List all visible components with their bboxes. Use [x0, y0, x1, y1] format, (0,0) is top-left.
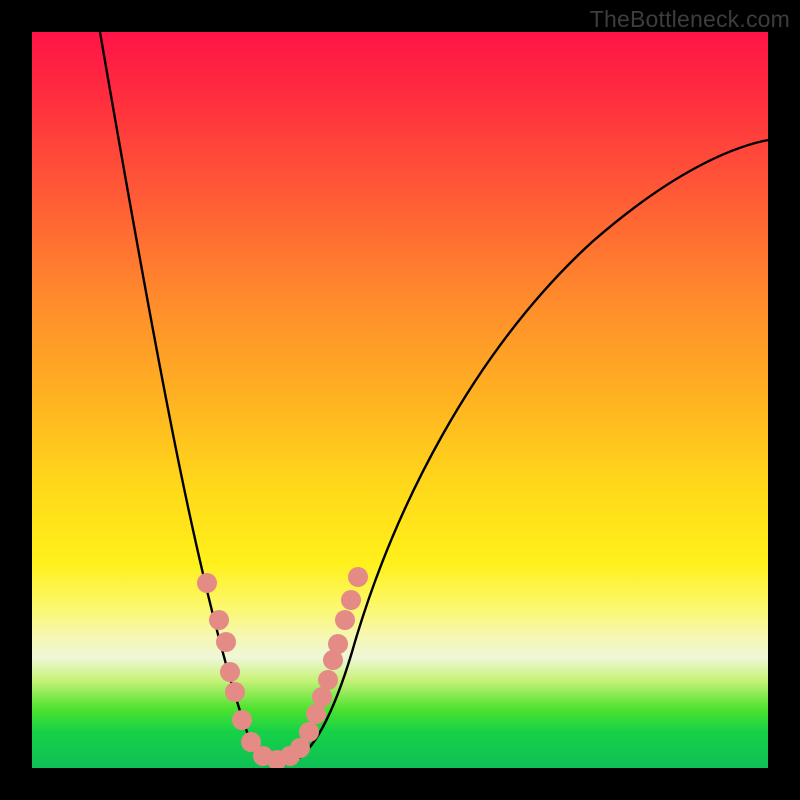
highlight-dot: [348, 567, 368, 587]
chart-plot-area: [32, 32, 768, 768]
watermark-text: TheBottleneck.com: [590, 6, 790, 33]
highlight-dot: [335, 610, 355, 630]
highlight-dot: [341, 590, 361, 610]
highlight-dot: [312, 687, 332, 707]
highlight-dot: [216, 632, 236, 652]
chart-svg: [32, 32, 768, 768]
highlight-dot: [220, 662, 240, 682]
highlight-dot: [328, 634, 348, 654]
highlight-dot: [209, 610, 229, 630]
highlight-dot: [197, 573, 217, 593]
highlight-dot: [318, 670, 338, 690]
highlight-dot: [225, 682, 245, 702]
highlight-dot: [299, 722, 319, 742]
bottleneck-curve: [100, 32, 768, 764]
highlight-dot: [306, 704, 326, 724]
chart-frame: TheBottleneck.com: [0, 0, 800, 800]
highlight-dot: [232, 710, 252, 730]
highlight-dot-group: [197, 567, 368, 768]
